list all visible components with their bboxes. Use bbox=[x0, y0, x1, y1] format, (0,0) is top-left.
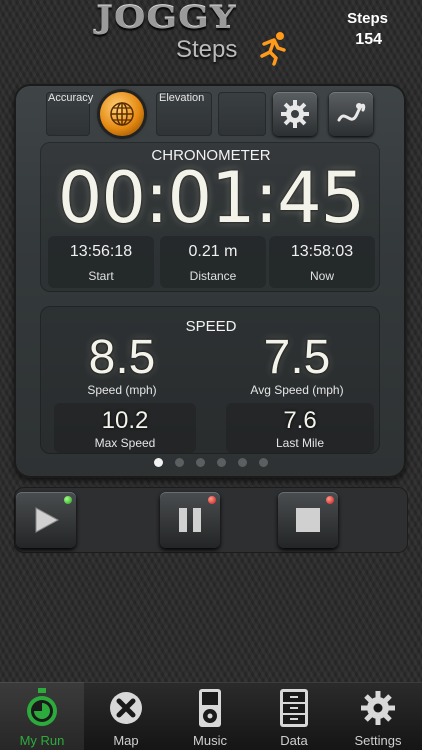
gps-globe-icon[interactable] bbox=[100, 92, 144, 136]
tab-my-run[interactable]: My Run bbox=[0, 682, 84, 750]
map-icon bbox=[110, 692, 142, 724]
stop-icon bbox=[296, 508, 320, 532]
page-dot[interactable] bbox=[259, 458, 268, 467]
tab-label: Map bbox=[113, 733, 139, 748]
max-speed-value: 10.2 bbox=[101, 407, 149, 434]
tab-label: My Run bbox=[19, 733, 65, 748]
now-label: Now bbox=[309, 269, 334, 283]
avg-speed-value: 7.5 bbox=[263, 331, 331, 384]
gear-icon bbox=[361, 691, 395, 725]
accuracy-label: Accuracy bbox=[48, 92, 94, 104]
page-indicator[interactable] bbox=[150, 458, 270, 470]
avg-speed-label: Avg Speed (mph) bbox=[250, 383, 344, 397]
gear-icon bbox=[281, 100, 309, 128]
cabinet-icon bbox=[280, 689, 308, 727]
play-status-led bbox=[64, 496, 72, 504]
app-header: JOGGY Steps Steps 154 bbox=[0, 0, 422, 78]
start-label: Start bbox=[88, 269, 114, 283]
app-logo-subtitle: Steps bbox=[176, 36, 238, 63]
page-dot[interactable] bbox=[217, 458, 226, 467]
stop-status-led bbox=[326, 496, 334, 504]
tab-bar: My Run Map Music Data Settings bbox=[0, 682, 422, 750]
settings-gear-button[interactable] bbox=[273, 92, 317, 136]
page-dot[interactable] bbox=[196, 458, 205, 467]
page-dot[interactable] bbox=[238, 458, 247, 467]
pause-button[interactable] bbox=[160, 492, 220, 548]
elevation-label: Elevation bbox=[159, 92, 205, 104]
steps-count: 154 bbox=[355, 31, 382, 48]
distance-cell: 0.21 m Distance bbox=[160, 236, 266, 288]
page-dot[interactable] bbox=[175, 458, 184, 467]
play-icon bbox=[35, 507, 60, 533]
empty-slot bbox=[218, 92, 266, 136]
stopwatch-icon bbox=[27, 688, 57, 726]
now-cell: 13:58:03 Now bbox=[269, 236, 375, 288]
last-mile-value: 7.6 bbox=[283, 407, 317, 434]
start-cell: 13:56:18 Start bbox=[48, 236, 154, 288]
tab-label: Music bbox=[193, 733, 227, 748]
page-dot[interactable] bbox=[154, 458, 163, 467]
tab-settings[interactable]: Settings bbox=[336, 682, 420, 750]
distance-label: Distance bbox=[189, 269, 237, 283]
play-button[interactable] bbox=[16, 492, 76, 548]
tab-label: Settings bbox=[354, 733, 402, 748]
chronometer-time: 00:01:45 bbox=[57, 157, 365, 239]
speed-label: Speed (mph) bbox=[87, 383, 157, 397]
pause-icon bbox=[179, 508, 201, 532]
tab-label: Data bbox=[280, 733, 308, 748]
last-mile-label: Last Mile bbox=[275, 436, 325, 450]
squiggle-icon bbox=[337, 103, 366, 122]
tab-data[interactable]: Data bbox=[252, 682, 336, 750]
tab-music[interactable]: Music bbox=[168, 682, 252, 750]
ipod-icon bbox=[199, 689, 221, 727]
sensor-button[interactable] bbox=[329, 92, 373, 136]
speed-value: 8.5 bbox=[88, 331, 156, 384]
start-time: 13:56:18 bbox=[69, 243, 133, 260]
max-speed-label: Max Speed bbox=[94, 436, 156, 450]
now-time: 13:58:03 bbox=[290, 243, 354, 260]
tab-map[interactable]: Map bbox=[84, 682, 168, 750]
runner-icon bbox=[260, 32, 286, 66]
app-logo-text: JOGGY bbox=[96, 0, 237, 36]
distance-value: 0.21 m bbox=[188, 243, 238, 260]
steps-label: Steps bbox=[347, 10, 388, 27]
stop-button[interactable] bbox=[278, 492, 338, 548]
pause-status-led bbox=[208, 496, 216, 504]
